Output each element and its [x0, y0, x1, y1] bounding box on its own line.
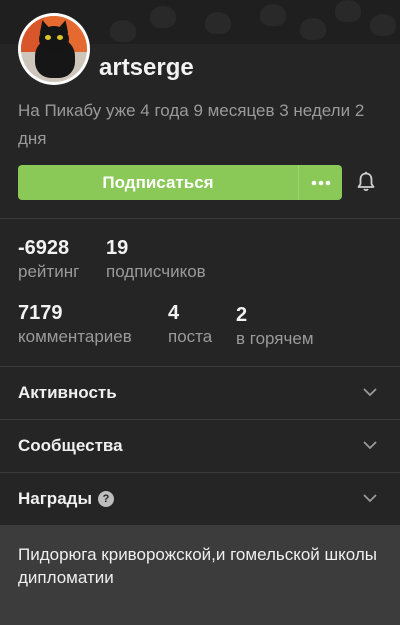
notify-button[interactable] [356, 171, 376, 193]
stat-value: 7179 [18, 302, 63, 324]
stat-subscribers[interactable]: 19 подписчиков [106, 236, 206, 284]
stat-label: подписчиков [106, 262, 206, 281]
member-since: На Пикабу уже 4 года 9 месяцев 3 недели … [18, 101, 365, 148]
chevron-down-icon [363, 388, 377, 397]
username: artserge [99, 54, 194, 81]
stat-value: 2 [236, 304, 248, 326]
avatar[interactable] [18, 13, 90, 85]
section-communities[interactable]: Сообщества [0, 420, 400, 472]
more-button[interactable] [298, 165, 342, 200]
stat-value: -6928 [18, 237, 70, 259]
stat-label: поста [168, 327, 213, 346]
chevron-down-icon [363, 441, 377, 450]
profile-card: artserge На Пикабу уже 4 года 9 месяцев … [0, 0, 400, 525]
profile-description: Пидорюга криворожской,и гомельской школы… [0, 525, 400, 625]
chevron-down-icon [363, 494, 377, 503]
help-icon[interactable]: ? [97, 491, 114, 507]
subscribe-group: Подписаться [18, 165, 342, 200]
section-title: Активность [18, 383, 117, 402]
stat-rating: -6928 рейтинг [18, 236, 79, 284]
section-title: Сообщества [18, 436, 123, 455]
avatar-image [21, 16, 87, 82]
subscribe-button[interactable]: Подписаться [18, 165, 298, 200]
stat-posts[interactable]: 4 поста [168, 301, 212, 349]
stat-hot[interactable]: 2 в горячем [236, 303, 314, 351]
description-text: Пидорюга криворожской,и гомельской школы… [18, 545, 378, 587]
action-row: Подписаться [18, 165, 382, 200]
more-icon [311, 180, 330, 185]
section-title: Награды [18, 489, 92, 508]
divider [0, 218, 400, 219]
stat-value: 4 [168, 302, 180, 324]
stat-comments[interactable]: 7179 комментариев [18, 301, 132, 349]
section-activity[interactable]: Активность [0, 367, 400, 419]
stat-value: 19 [106, 237, 129, 259]
stat-label: в горячем [236, 329, 314, 348]
section-awards[interactable]: Награды ? [0, 473, 400, 525]
stat-label: комментариев [18, 327, 132, 346]
stat-label: рейтинг [18, 262, 80, 281]
bell-icon [357, 171, 375, 192]
